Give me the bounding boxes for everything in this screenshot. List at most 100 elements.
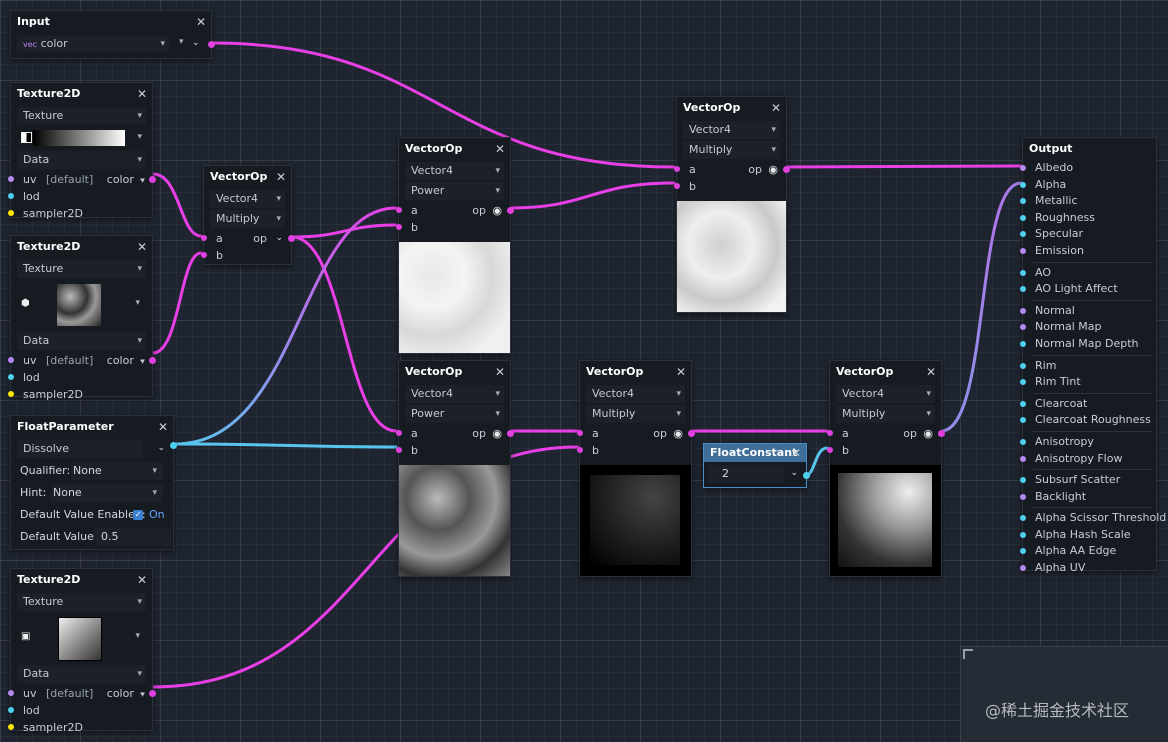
chevron-down-icon[interactable]: ▾ <box>179 37 184 47</box>
vectorop-node-4[interactable]: VectorOp ✕ Vector4 ▾ Power ▾ a op ◉ b <box>396 360 514 577</box>
input-port[interactable] <box>1020 548 1026 555</box>
output-port[interactable] <box>288 235 295 242</box>
input-port[interactable] <box>8 391 14 397</box>
texture2d-node-2[interactable]: Texture2D ✕ Texture ▾ ⬢ ▾ Data ▾ uv [defaul… <box>8 235 156 401</box>
input-port[interactable] <box>577 447 583 453</box>
input-port[interactable] <box>827 447 833 453</box>
output-port-row[interactable]: Emission <box>1020 243 1156 260</box>
output-port-chevron-icon[interactable]: ⌄ <box>138 352 146 369</box>
input-port[interactable] <box>1020 400 1026 407</box>
output-port-row[interactable]: Alpha UV <box>1020 560 1156 577</box>
operation-select[interactable]: Multiply ▾ <box>586 405 685 423</box>
output-port-row[interactable]: Alpha Hash Scale <box>1020 527 1156 544</box>
default-enabled-value[interactable]: On <box>149 504 165 526</box>
output-port-row[interactable]: Backlight <box>1020 489 1156 506</box>
input-port[interactable] <box>674 183 680 189</box>
texture2d-node-3[interactable]: Texture2D ✕ Texture ▾ ▣ ▾ Data ▾ uv [defaul… <box>8 568 156 734</box>
input-b-row[interactable]: b <box>201 247 291 264</box>
vectorop-node-3[interactable]: VectorOp ✕ Vector4 ▾ Multiply ▾ a op ◉ b <box>674 96 790 313</box>
sampler-port-row[interactable]: sampler2D <box>8 205 152 222</box>
output-port-row[interactable]: Clearcoat <box>1020 396 1156 413</box>
output-port-row[interactable]: Albedo <box>1020 160 1156 177</box>
preview-eye-icon[interactable]: ◉ <box>673 425 683 442</box>
output-port-row[interactable]: Alpha <box>1020 177 1156 194</box>
input-port[interactable] <box>8 176 14 182</box>
vector-type-select[interactable]: Vector4 ▾ <box>683 121 780 139</box>
input-port[interactable] <box>1020 340 1026 347</box>
input-b-row[interactable]: b <box>396 442 510 459</box>
input-a-row[interactable]: a op ◉ <box>396 425 514 442</box>
output-port-chevron-icon[interactable]: ⌄ <box>138 171 146 188</box>
output-port-chevron-icon[interactable]: ⌄ <box>138 685 146 702</box>
input-port[interactable] <box>827 430 833 436</box>
texture2d-node-1[interactable]: Texture2D ✕ Texture ▾ ▾ Data ▾ uv [default]… <box>8 82 156 220</box>
node-title[interactable]: Texture2D ✕ <box>11 83 152 105</box>
input-port[interactable] <box>1020 455 1026 462</box>
output-port[interactable] <box>938 430 945 437</box>
output-port[interactable] <box>803 472 810 479</box>
output-port-row[interactable]: Rim <box>1020 358 1156 375</box>
node-title[interactable]: VectorOp ✕ <box>677 97 786 119</box>
input-port[interactable] <box>8 357 14 363</box>
output-port[interactable] <box>507 207 514 214</box>
close-icon[interactable]: ✕ <box>137 83 147 105</box>
constant-value-field[interactable]: 2 <box>708 465 784 483</box>
input-port[interactable] <box>201 235 207 241</box>
input-port[interactable] <box>8 193 14 199</box>
uv-port-row[interactable]: uv [default] color ▾ ⌄ <box>8 352 156 369</box>
close-icon[interactable]: ✕ <box>137 569 147 591</box>
operation-select[interactable]: Power ▾ <box>405 405 504 423</box>
data-select[interactable]: Data ▾ <box>17 332 146 350</box>
lod-port-row[interactable]: lod <box>8 702 152 719</box>
close-icon[interactable]: ✕ <box>791 444 801 462</box>
minimap-corner-handle[interactable] <box>963 649 973 659</box>
vectorop-node-5[interactable]: VectorOp ✕ Vector4 ▾ Multiply ▾ a op ◉ b <box>577 360 695 577</box>
node-title[interactable]: FloatConstant ✕ <box>704 444 806 462</box>
output-port-row[interactable]: Rim Tint <box>1020 374 1156 391</box>
node-title[interactable]: Texture2D ✕ <box>11 236 152 258</box>
qualifier-select[interactable]: None ▾ <box>71 462 163 480</box>
input-port[interactable] <box>1020 307 1026 314</box>
output-port-row[interactable]: AO <box>1020 265 1156 282</box>
input-port[interactable] <box>8 374 14 380</box>
close-icon[interactable]: ✕ <box>158 416 168 438</box>
output-port[interactable] <box>208 41 215 48</box>
operation-select[interactable]: Multiply ▾ <box>683 141 780 159</box>
output-port[interactable] <box>149 690 156 697</box>
node-title[interactable]: Texture2D ✕ <box>11 569 152 591</box>
vector-type-select[interactable]: Vector4 ▾ <box>210 190 285 208</box>
input-port[interactable] <box>1020 286 1026 293</box>
output-port-row[interactable]: Metallic <box>1020 193 1156 210</box>
input-port[interactable] <box>1020 565 1026 572</box>
output-port[interactable] <box>149 357 156 364</box>
input-b-row[interactable]: b <box>674 178 786 195</box>
input-port[interactable] <box>1020 324 1026 331</box>
input-b-row[interactable]: b <box>396 219 510 236</box>
input-port[interactable] <box>1020 493 1026 500</box>
input-port[interactable] <box>201 252 207 258</box>
texture-select[interactable]: Texture ▾ <box>17 260 146 278</box>
uv-port-row[interactable]: uv [default] color ▾ ⌄ <box>8 171 156 188</box>
input-a-row[interactable]: a op ◉ <box>827 425 945 442</box>
preview-eye-icon[interactable]: ◉ <box>923 425 933 442</box>
input-a-row[interactable]: a op ⌄ <box>201 230 295 247</box>
node-title[interactable]: Output <box>1023 138 1156 160</box>
input-a-row[interactable]: a op ◉ <box>577 425 695 442</box>
input-port[interactable] <box>1020 531 1026 538</box>
output-port-row[interactable]: Normal <box>1020 303 1156 320</box>
checkbox-checked-icon[interactable]: ✓ <box>133 510 143 520</box>
output-port-chevron-icon[interactable]: ⌄ <box>192 38 200 48</box>
node-title[interactable]: FloatParameter ✕ <box>11 416 173 438</box>
input-port[interactable] <box>1020 362 1026 369</box>
output-port-row[interactable]: Specular <box>1020 226 1156 243</box>
operation-select[interactable]: Multiply ▾ <box>836 405 935 423</box>
lod-port-row[interactable]: lod <box>8 369 152 386</box>
close-icon[interactable]: ✕ <box>495 138 505 160</box>
minimap[interactable] <box>960 646 1168 742</box>
output-port-row[interactable]: Alpha AA Edge <box>1020 543 1156 560</box>
close-icon[interactable]: ✕ <box>771 97 781 119</box>
vectorop-node-1[interactable]: VectorOp ✕ Vector4 ▾ Multiply ▾ a op ⌄ b <box>201 165 295 265</box>
close-icon[interactable]: ✕ <box>196 11 206 33</box>
texture-select[interactable]: Texture ▾ <box>17 107 146 125</box>
input-port[interactable] <box>396 224 402 230</box>
